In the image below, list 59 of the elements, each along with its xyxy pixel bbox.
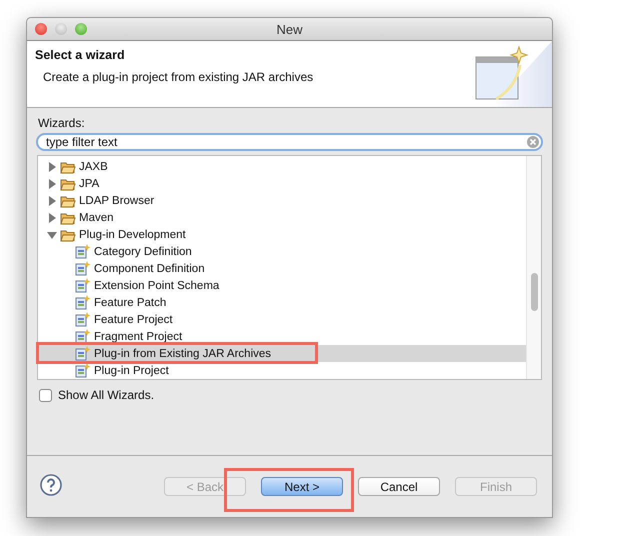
folder-icon (60, 210, 76, 224)
tree-item-label: Category Definition (94, 246, 192, 258)
checkbox-label[interactable]: Show All Wizards. (58, 388, 154, 402)
tree-item[interactable]: Feature Project (38, 311, 526, 328)
page-title: Select a wizard (35, 48, 125, 62)
clear-icon (527, 136, 539, 148)
tree-item[interactable]: Plug-in Project (38, 362, 526, 379)
wizard-icon (75, 244, 91, 259)
tree-item-label: Plug-in Development (79, 228, 186, 240)
wizard-icon (75, 312, 91, 327)
wizard-icon (75, 346, 91, 361)
tree-item-label: Fragment Project (94, 330, 182, 342)
tree-item-label: Maven (79, 212, 114, 224)
tree-item-label: Feature Project (94, 314, 173, 326)
scrollbar[interactable] (526, 156, 541, 379)
tree-item[interactable]: Feature Patch (38, 294, 526, 311)
tree-item[interactable]: Fragment Project (38, 328, 526, 345)
scrollbar-thumb[interactable] (531, 273, 538, 311)
dialog-button[interactable]: Cancel (358, 477, 440, 496)
zoom-button[interactable] (75, 23, 87, 35)
disclosure-triangle-icon[interactable] (47, 196, 57, 206)
tree-item[interactable]: JAXB (38, 158, 526, 175)
tree-item-label: Plug-in from Existing JAR Archives (94, 348, 272, 360)
wizard-icon (75, 363, 91, 378)
wizard-icon (75, 261, 91, 276)
tree-item-label: JPA (79, 178, 100, 190)
disclosure-triangle-icon[interactable] (47, 230, 57, 240)
wizard-icon (75, 295, 91, 310)
tree-item-label: Feature Patch (94, 296, 166, 308)
tree-item[interactable]: LDAP Browser (38, 192, 526, 209)
tree-item[interactable]: Extension Point Schema (38, 277, 526, 294)
folder-icon (60, 194, 76, 208)
disclosure-triangle-icon[interactable] (47, 212, 57, 222)
folder-icon (60, 176, 76, 190)
tree-item[interactable]: Plug-in Development (38, 226, 526, 243)
tree-item-label: Extension Point Schema (94, 280, 220, 292)
folder-icon (60, 160, 76, 174)
tree-item[interactable]: Maven (38, 209, 526, 226)
wizard-icon (75, 278, 91, 293)
wizards-label: Wizards: (38, 116, 85, 130)
close-button[interactable] (35, 23, 47, 35)
help-icon (40, 474, 62, 496)
page-description: Create a plug-in project from existing JAR archives (42, 70, 314, 84)
tree-item-label: LDAP Browser (79, 194, 154, 206)
tree-item[interactable]: Component Definition (38, 260, 526, 277)
tree-item[interactable]: Category Definition (38, 243, 526, 260)
wizard-icon (75, 329, 91, 344)
tree-item-label: JAXB (79, 160, 108, 172)
tree-item-label: Component Definition (94, 262, 205, 274)
filter-field[interactable]: type filter text (36, 133, 543, 151)
tree-item[interactable]: JPA (38, 175, 526, 192)
tree-item[interactable]: Plug-in from Existing JAR Archives (38, 345, 526, 362)
disclosure-triangle-icon[interactable] (47, 162, 57, 172)
window-title: New (276, 22, 302, 36)
disclosure-triangle-icon[interactable] (47, 178, 57, 188)
checkbox[interactable] (39, 388, 52, 402)
dialog-button[interactable]: Next > (261, 477, 343, 496)
folder-icon (60, 228, 76, 242)
tree-item-label: Plug-in Project (94, 364, 169, 376)
